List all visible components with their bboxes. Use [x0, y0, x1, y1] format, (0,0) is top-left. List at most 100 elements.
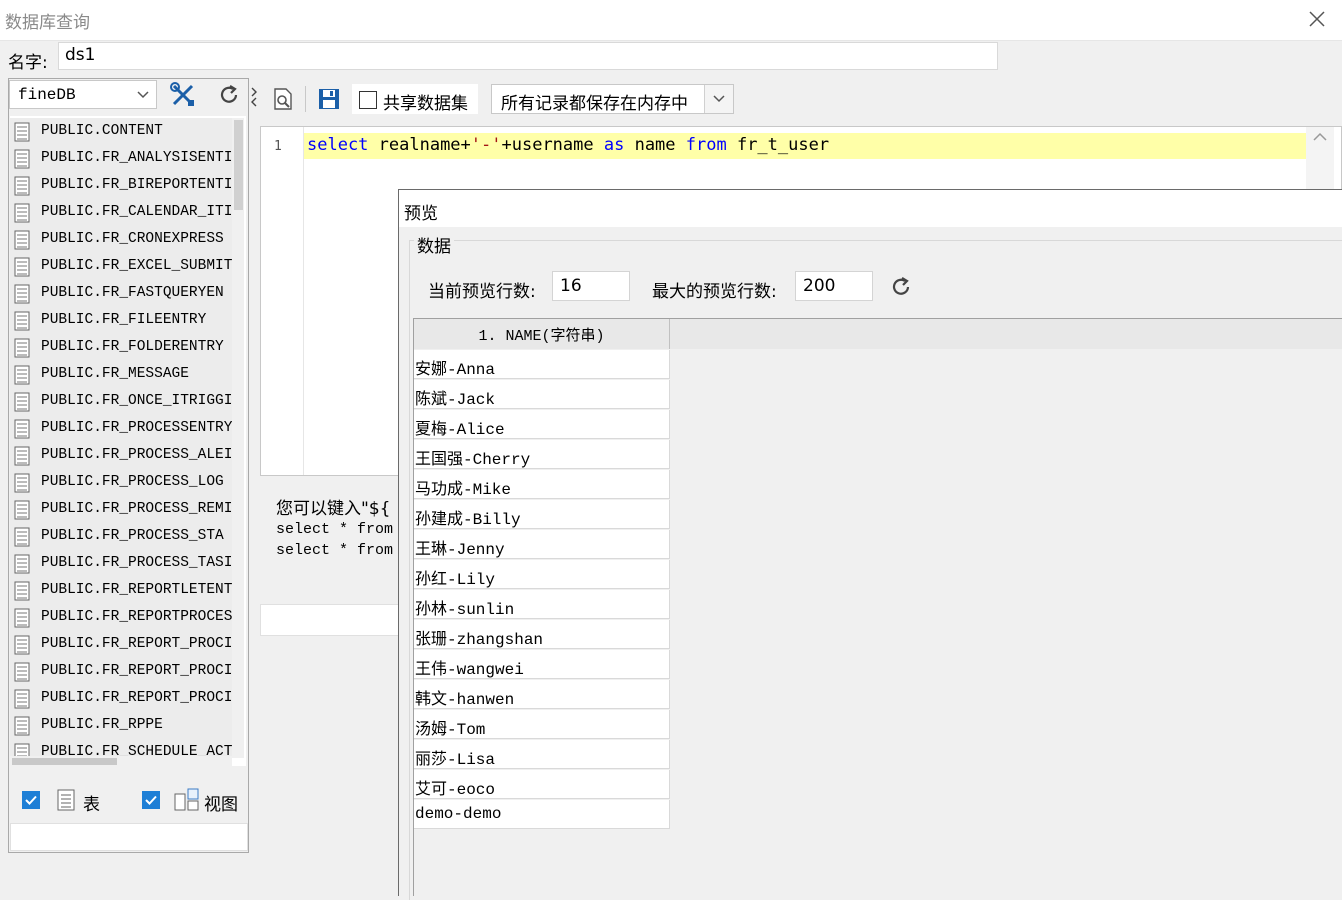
table-row[interactable]: 丽莎-Lisa [414, 740, 670, 769]
table-filter-checkbox[interactable] [22, 791, 40, 809]
table-icon [14, 716, 32, 736]
tools-icon [170, 82, 194, 106]
table-list-item[interactable]: PUBLIC.FR_ANALYSISENTI [10, 145, 232, 172]
table-list-item[interactable]: PUBLIC.FR_PROCESS_ALEI [10, 442, 232, 469]
table-icon [14, 500, 32, 520]
view-icon [174, 788, 200, 816]
table-list-item-label: PUBLIC.FR_BIREPORTENTI [41, 177, 233, 193]
database-select[interactable]: fineDB [9, 80, 157, 109]
table-icon [14, 689, 32, 709]
max-rows-input[interactable]: 200 [795, 271, 873, 301]
close-button[interactable] [1304, 6, 1330, 32]
table-list-item[interactable]: PUBLIC.FR_PROCESS_LOG [10, 469, 232, 496]
parameter-hint-example-2: select * from [276, 542, 394, 559]
table-list-item[interactable]: PUBLIC.FR_FASTQUERYEN [10, 280, 232, 307]
table-cell: 王国强-Cherry [415, 451, 531, 469]
table-row[interactable]: 陈斌-Jack [414, 380, 670, 409]
table-list-item[interactable]: PUBLIC.FR_REPORT_PROCI [10, 685, 232, 712]
table-list-item[interactable]: PUBLIC.FR_CRONEXPRESS [10, 226, 232, 253]
table-row[interactable]: 孙林-sunlin [414, 590, 670, 619]
view-filter-label: 视图 [204, 795, 238, 815]
table-icon [14, 257, 32, 277]
table-icon [14, 149, 32, 169]
chevron-up-icon [1313, 132, 1327, 141]
table-list-item[interactable]: PUBLIC.FR_REPORTPROCES [10, 604, 232, 631]
chevron-down-icon [130, 81, 156, 108]
table-row[interactable]: 王伟-wangwei [414, 650, 670, 679]
table-list-hscroll-thumb[interactable] [12, 758, 117, 765]
table-list-vscroll-thumb[interactable] [234, 120, 243, 210]
table-icon [14, 473, 32, 493]
table-row[interactable]: 张珊-zhangshan [414, 620, 670, 649]
table-list-vscrollbar[interactable] [232, 118, 244, 758]
table-cell: 马功成-Mike [415, 481, 512, 499]
table-row[interactable]: 马功成-Mike [414, 470, 670, 499]
table-row[interactable]: 艾可-eoco [414, 770, 670, 799]
sql-text[interactable]: select realname+'-'+username as name fro… [307, 135, 829, 155]
table-row[interactable]: 王国强-Cherry [414, 440, 670, 469]
table-list-item[interactable]: PUBLIC.FR_MESSAGE [10, 361, 232, 388]
name-input[interactable]: ds1 [58, 42, 998, 70]
table-row[interactable]: 孙建成-Billy [414, 500, 670, 529]
table-list-item[interactable]: PUBLIC.FR_FOLDERENTRY [10, 334, 232, 361]
table-list-item[interactable]: PUBLIC.FR_REPORT_PROCI [10, 658, 232, 685]
parameter-table[interactable] [260, 604, 402, 636]
table-row[interactable]: 孙红-Lily [414, 560, 670, 589]
name-label: 名字: [8, 53, 48, 73]
check-icon [25, 795, 37, 805]
refresh-tables-button[interactable] [214, 80, 244, 110]
toolbar-separator [305, 86, 306, 112]
table-list-item[interactable]: PUBLIC.FR_RPPE [10, 712, 232, 739]
panel-splitter-handle[interactable] [250, 84, 258, 110]
table-search-input[interactable] [10, 823, 248, 851]
table-row[interactable]: 王琳-Jenny [414, 530, 670, 559]
table-list-item-label: PUBLIC.FR_REPORT_PROCI [41, 636, 233, 652]
table-list-item-label: PUBLIC.FR_PROCESS_LOG [41, 474, 224, 490]
table-cell: 孙林-sunlin [415, 601, 515, 619]
table-icon [14, 446, 32, 466]
table-list-item[interactable]: PUBLIC.FR_PROCESSENTRY [10, 415, 232, 442]
table-list-item-label: PUBLIC.FR_ONCE_ITRIGGI [41, 393, 233, 409]
parameter-hint-example-1: select * from [276, 521, 394, 538]
line-number: 1 [274, 139, 282, 154]
table-cell: 孙红-Lily [415, 571, 496, 589]
refresh-preview-button[interactable] [886, 272, 916, 302]
table-list-item[interactable]: PUBLIC.FR_FILEENTRY [10, 307, 232, 334]
table-list-item[interactable]: PUBLIC.FR_EXCEL_SUBMIT [10, 253, 232, 280]
save-sql-button[interactable] [314, 84, 344, 114]
line-number-gutter [261, 127, 304, 475]
current-rows-input[interactable]: 16 [552, 271, 630, 301]
table-icon [14, 392, 32, 412]
table-row[interactable]: 汤姆-Tom [414, 710, 670, 739]
table-list-item[interactable]: PUBLIC.FR_REPORTLETENT [10, 577, 232, 604]
table-row[interactable]: demo-demo [414, 800, 670, 829]
sql-fragment: realname+ [368, 135, 471, 155]
table-icon [14, 176, 32, 196]
table-list-item[interactable]: PUBLIC.FR_PROCESS_TASI [10, 550, 232, 577]
table-row[interactable]: 安娜-Anna [414, 350, 670, 379]
table-list-item[interactable]: PUBLIC.FR_CALENDAR_ITI [10, 199, 232, 226]
table-icon [14, 554, 32, 574]
view-filter-checkbox[interactable] [142, 791, 160, 809]
database-select-value: fineDB [18, 86, 76, 104]
table-list-item[interactable]: PUBLIC.FR_BIREPORTENTI [10, 172, 232, 199]
table-row[interactable]: 韩文-hanwen [414, 680, 670, 709]
sql-keyword-as: as [603, 135, 625, 155]
storage-mode-select[interactable]: 所有记录都保存在内存中 [491, 84, 734, 114]
table-list-item[interactable]: PUBLIC.FR_PROCESS_REMI [10, 496, 232, 523]
parameter-hint: 您可以键入"${ select * from select * from [276, 494, 393, 559]
table-list-item[interactable]: PUBLIC.CONTENT [10, 118, 232, 145]
share-dataset-checkbox[interactable] [359, 91, 377, 109]
table-list-item[interactable]: PUBLIC.FR_REPORT_PROCI [10, 631, 232, 658]
table-list-item[interactable]: PUBLIC.FR_PROCESS_STA [10, 523, 232, 550]
table-list-item-label: PUBLIC.FR_CALENDAR_ITI [41, 204, 233, 220]
table-list-item[interactable]: PUBLIC.FR_ONCE_ITRIGGI [10, 388, 232, 415]
table-cell: 安娜-Anna [415, 361, 496, 379]
preview-button[interactable] [268, 84, 298, 114]
table-icon [14, 338, 32, 358]
table-icon [14, 419, 32, 439]
connection-settings-button[interactable] [168, 80, 198, 110]
save-icon [319, 89, 339, 109]
column-header-name[interactable]: 1. NAME(字符串) [414, 319, 670, 349]
table-row[interactable]: 夏梅-Alice [414, 410, 670, 439]
